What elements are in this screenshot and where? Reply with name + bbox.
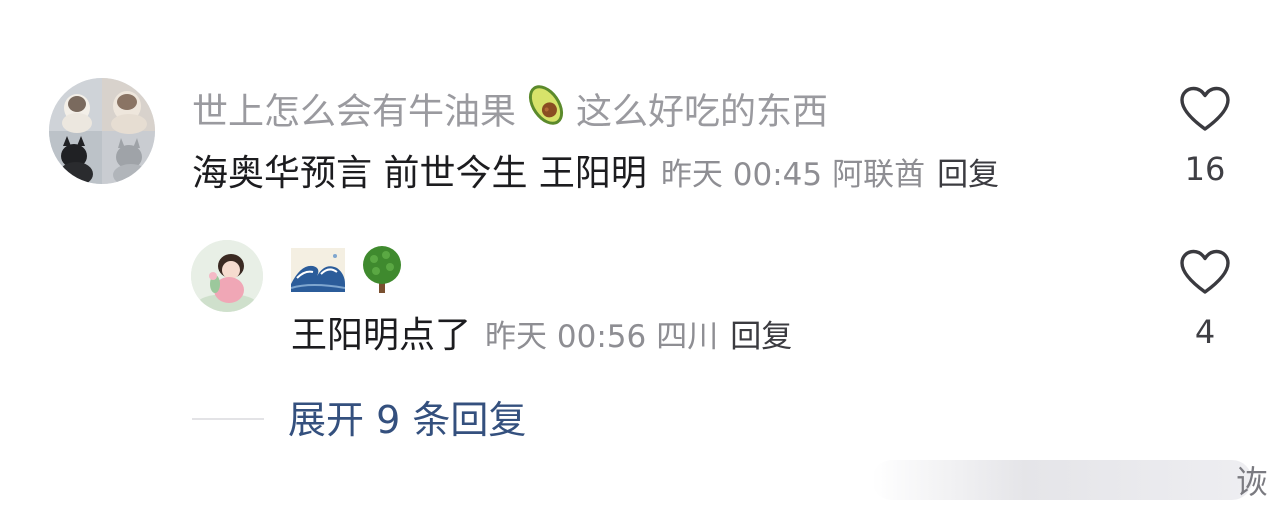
comment-text: 海奥华预言 前世今生 王阳明 (192, 153, 647, 194)
user-avatar[interactable] (49, 78, 155, 184)
divider (192, 418, 264, 420)
comment-username[interactable]: 世上怎么会有牛油果 这么好吃的东西 (192, 80, 828, 147)
comment-body: 王阳明点了 昨天 00:56 四川 回复 (291, 307, 792, 366)
comment-body: 海奥华预言 前世今生 王阳明 昨天 00:45 阿联酋 回复 (192, 144, 999, 205)
like-count: 16 (1184, 150, 1226, 188)
user-avatar[interactable] (191, 240, 263, 312)
reply-button[interactable]: 回复 (937, 157, 999, 193)
comment-text: 王阳明点了 (291, 315, 472, 356)
comment-time: 昨天 00:56 (485, 319, 647, 355)
watermark-bar (872, 460, 1252, 500)
like-count: 4 (1194, 313, 1216, 351)
comment-username[interactable] (290, 243, 408, 298)
comment-location: 四川 (656, 319, 719, 355)
tree-icon (356, 243, 408, 299)
avocado-icon (520, 80, 572, 147)
comment-time: 昨天 00:45 (660, 157, 823, 193)
like-button[interactable] (1179, 249, 1231, 299)
username-text-suffix: 这么好吃的东西 (576, 91, 829, 133)
wave-icon (290, 244, 346, 298)
username-text-prefix: 世上怎么会有牛油果 (192, 91, 517, 133)
reply-button[interactable]: 回复 (730, 319, 792, 355)
comment-location: 阿联酋 (832, 157, 926, 193)
heart-icon (1180, 86, 1230, 131)
like-button[interactable] (1179, 86, 1231, 136)
watermark-text: 诙 (1236, 463, 1269, 501)
expand-replies-button[interactable]: 展开 9 条回复 (288, 392, 526, 448)
heart-icon (1180, 249, 1230, 294)
